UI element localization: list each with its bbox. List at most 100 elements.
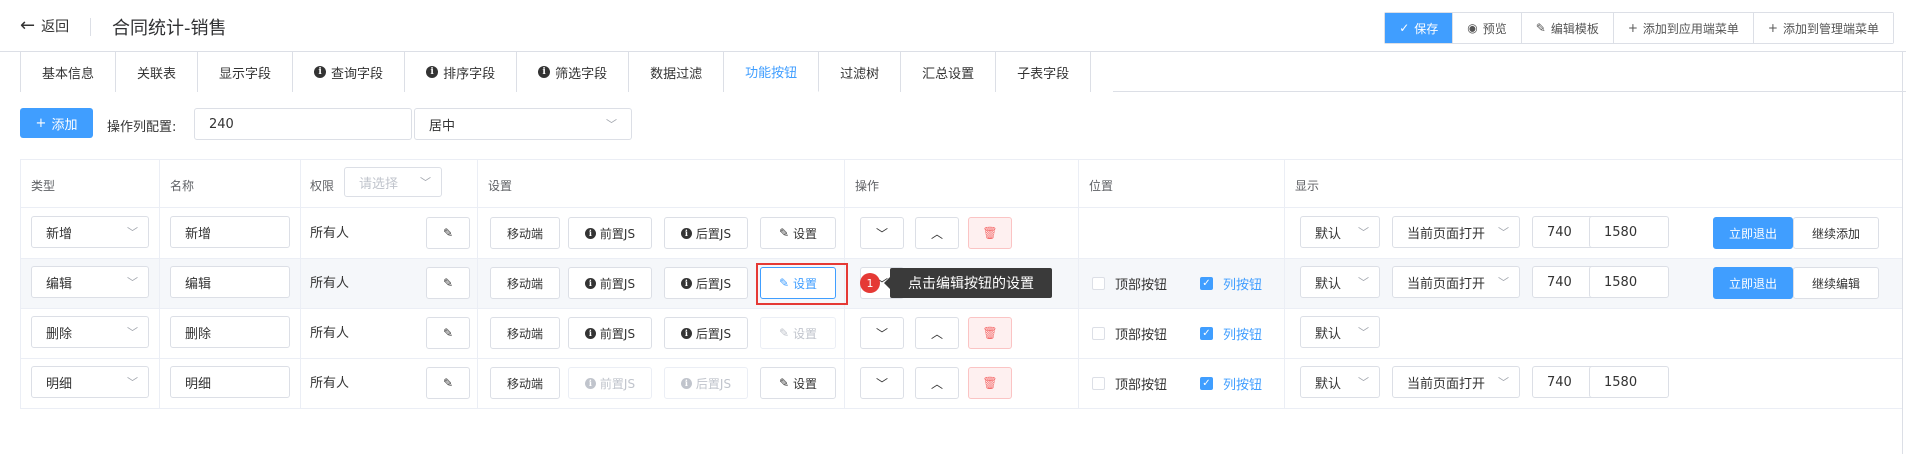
tab-query-fields[interactable]: i 查询字段	[293, 52, 406, 92]
column-button-checkbox[interactable]: ✓ 列按钮	[1200, 324, 1262, 343]
move-down-button[interactable]: ﹀	[860, 367, 904, 399]
exit-now-button[interactable]: 立即退出	[1713, 217, 1793, 249]
post-js-button[interactable]: i 后置JS	[664, 217, 748, 249]
checkbox-icon	[1092, 377, 1105, 390]
post-js-button[interactable]: i 后置JS	[664, 267, 748, 299]
height-input[interactable]: 1580	[1589, 266, 1669, 298]
add-admin-menu-button[interactable]: + 添加到管理端菜单	[1752, 13, 1893, 43]
row-name-input[interactable]: 明细	[170, 366, 290, 398]
chevron-down-icon: ﹀	[1358, 276, 1369, 289]
plus-icon: +	[1767, 21, 1778, 35]
post-js-button[interactable]: i 后置JS	[664, 367, 748, 399]
edit-template-button[interactable]: ✎ 编辑模板	[1520, 13, 1613, 43]
continue-add-button[interactable]: 继续添加	[1793, 217, 1879, 249]
row-type-select[interactable]: 编辑 ﹀	[31, 266, 149, 298]
permission-filter-select[interactable]: 请选择 ﹀	[344, 167, 442, 197]
row-name-input[interactable]: 删除	[170, 316, 290, 348]
info-icon: i	[680, 277, 692, 289]
delete-button[interactable]: 🗑	[968, 367, 1012, 399]
permission-edit-button[interactable]: ✎	[426, 217, 470, 249]
open-mode-select[interactable]: 当前页面打开 ﹀	[1392, 266, 1520, 298]
display-mode-select[interactable]: 默认 ﹀	[1300, 366, 1380, 398]
top-button-checkbox[interactable]: 顶部按钮	[1092, 374, 1167, 393]
chevron-down-icon: ﹀	[606, 118, 617, 131]
display-mode-select[interactable]: 默认 ﹀	[1300, 216, 1380, 248]
mobile-button[interactable]: 移动端	[490, 367, 560, 399]
checkbox-icon	[1092, 277, 1105, 290]
action-column-width-input[interactable]: 240	[194, 108, 412, 140]
row-divider	[20, 308, 1902, 309]
column-button-checkbox[interactable]: ✓ 列按钮	[1200, 274, 1262, 293]
column-divider	[1078, 159, 1079, 409]
display-mode-select[interactable]: 默认 ﹀	[1300, 266, 1380, 298]
move-down-button[interactable]: ﹀	[860, 317, 904, 349]
open-mode-select[interactable]: 当前页面打开 ﹀	[1392, 216, 1520, 248]
pre-js-button[interactable]: i 前置JS	[568, 317, 652, 349]
action-column-config-label: 操作列配置:	[107, 120, 177, 135]
top-button-checkbox[interactable]: 顶部按钮	[1092, 324, 1167, 343]
move-up-button[interactable]: ︿	[915, 367, 959, 399]
height-input[interactable]: 1580	[1589, 216, 1669, 248]
tab-subtable-fields[interactable]: 子表字段	[996, 52, 1092, 92]
mobile-button[interactable]: 移动端	[490, 317, 560, 349]
tab-data-filter[interactable]: 数据过滤	[629, 52, 725, 92]
chevron-down-icon: ﹀	[1358, 226, 1369, 239]
permission-edit-button[interactable]: ✎	[426, 267, 470, 299]
row-name-input[interactable]: 新增	[170, 216, 290, 248]
tab-filter-tree[interactable]: 过滤树	[819, 52, 902, 92]
move-up-button[interactable]: ︿	[915, 217, 959, 249]
back-button[interactable]: ← 返回	[20, 16, 69, 36]
tab-display-fields[interactable]: 显示字段	[198, 52, 294, 92]
action-column-align-select[interactable]: 居中 ﹀	[414, 108, 632, 140]
chevron-down-icon: ﹀	[875, 376, 888, 391]
permission-edit-button[interactable]: ✎	[426, 367, 470, 399]
info-icon: i	[314, 66, 327, 78]
setting-button[interactable]: ✎ 设置	[760, 317, 836, 349]
mobile-button[interactable]: 移动端	[490, 267, 560, 299]
plus-icon: +	[1627, 21, 1638, 35]
pre-js-button[interactable]: i 前置JS	[568, 267, 652, 299]
mobile-button[interactable]: 移动端	[490, 217, 560, 249]
chevron-down-icon: ﹀	[127, 226, 138, 239]
setting-button[interactable]: ✎ 设置	[760, 217, 836, 249]
delete-button[interactable]: 🗑	[968, 317, 1012, 349]
open-mode-select[interactable]: 当前页面打开 ﹀	[1392, 366, 1520, 398]
post-js-button[interactable]: i 后置JS	[664, 317, 748, 349]
tab-summary-settings[interactable]: 汇总设置	[901, 52, 997, 92]
row-name-input[interactable]: 编辑	[170, 266, 290, 298]
add-app-menu-button[interactable]: + 添加到应用端菜单	[1612, 13, 1753, 43]
height-input[interactable]: 1580	[1589, 366, 1669, 398]
add-button[interactable]: + 添加	[20, 108, 93, 138]
move-up-button[interactable]: ︿	[915, 317, 959, 349]
column-button-checkbox[interactable]: ✓ 列按钮	[1200, 374, 1262, 393]
tab-sort-fields[interactable]: i 排序字段	[405, 52, 518, 92]
display-mode-select[interactable]: 默认 ﹀	[1300, 316, 1380, 348]
continue-edit-button[interactable]: 继续编辑	[1793, 267, 1879, 299]
column-divider	[159, 159, 160, 409]
tab-filter-fields[interactable]: i 筛选字段	[517, 52, 630, 92]
setting-button[interactable]: ✎ 设置	[760, 367, 836, 399]
move-down-button[interactable]: ﹀	[860, 217, 904, 249]
header-ops: 操作	[855, 179, 880, 193]
chevron-down-icon: ﹀	[127, 326, 138, 339]
edit-icon: ✎	[778, 326, 790, 340]
pre-js-button[interactable]: i 前置JS	[568, 217, 652, 249]
save-button[interactable]: ✓ 保存	[1385, 13, 1453, 43]
tab-related-tables[interactable]: 关联表	[116, 52, 199, 92]
permission-edit-button[interactable]: ✎	[426, 317, 470, 349]
tab-function-buttons[interactable]: 功能按钮	[724, 52, 820, 92]
chevron-down-icon: ﹀	[875, 226, 888, 241]
edit-icon: ✎	[442, 226, 454, 240]
exit-now-button[interactable]: 立即退出	[1713, 267, 1793, 299]
checkbox-checked-icon: ✓	[1200, 327, 1213, 340]
pre-js-button[interactable]: i 前置JS	[568, 367, 652, 399]
row-type-select[interactable]: 明细 ﹀	[31, 366, 149, 398]
tab-basic-info[interactable]: 基本信息	[21, 52, 117, 92]
top-button-checkbox[interactable]: 顶部按钮	[1092, 274, 1167, 293]
row-permission: 所有人	[310, 376, 350, 391]
preview-button[interactable]: ◉ 预览	[1452, 13, 1521, 43]
delete-button[interactable]: 🗑	[968, 217, 1012, 249]
edit-icon: ✎	[442, 326, 454, 340]
row-type-select[interactable]: 删除 ﹀	[31, 316, 149, 348]
row-type-select[interactable]: 新增 ﹀	[31, 216, 149, 248]
